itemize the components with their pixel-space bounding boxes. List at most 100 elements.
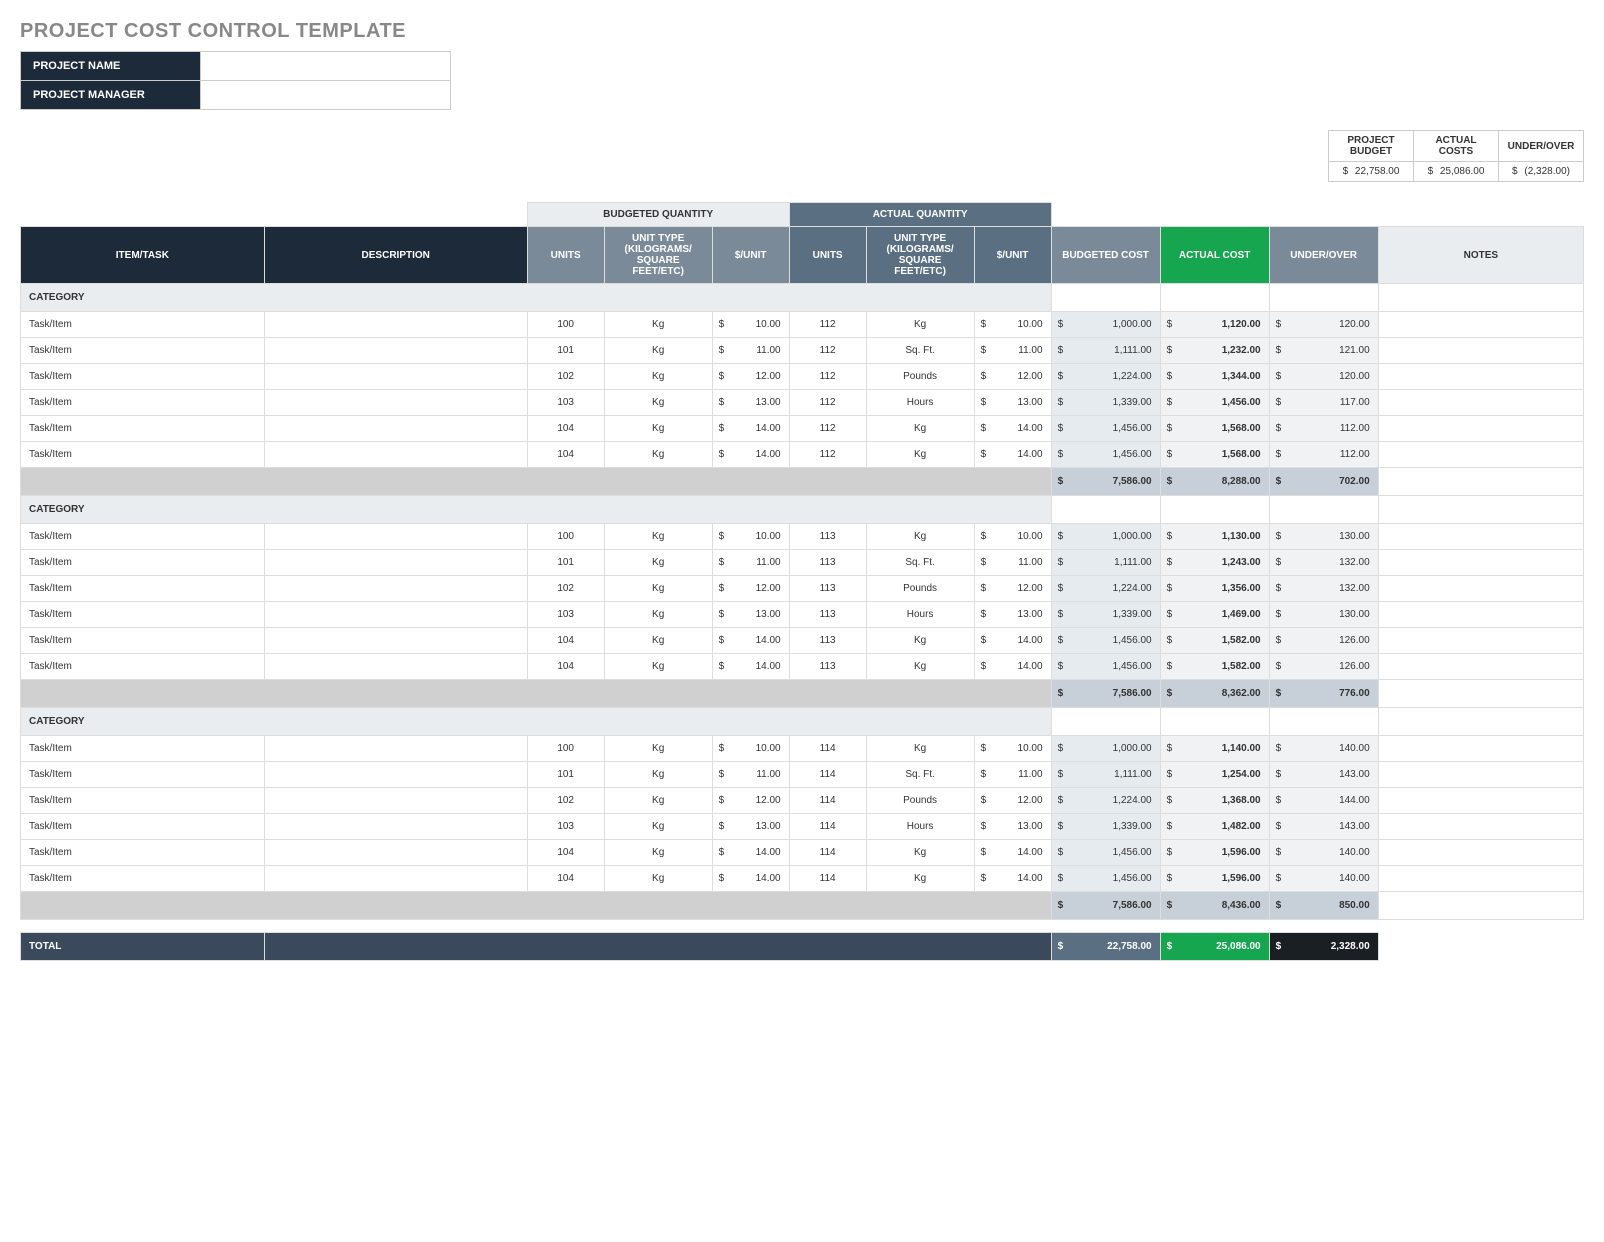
cell-desc[interactable] <box>264 524 527 550</box>
cell-act-units[interactable]: 113 <box>789 550 866 576</box>
cell-desc[interactable] <box>264 442 527 468</box>
cell-bud-punit[interactable]: $11.00 <box>712 550 789 576</box>
cell-item[interactable]: Task/Item <box>21 788 265 814</box>
cell-bud-punit[interactable]: $11.00 <box>712 762 789 788</box>
cell-bud-utype[interactable]: Kg <box>604 364 712 390</box>
cell-act-units[interactable]: 112 <box>789 364 866 390</box>
cell-act-units[interactable]: 114 <box>789 736 866 762</box>
cell-act-units[interactable]: 113 <box>789 576 866 602</box>
cell-act-utype[interactable]: Kg <box>866 442 974 468</box>
cell-act-utype[interactable]: Sq. Ft. <box>866 550 974 576</box>
cell-act-utype[interactable]: Kg <box>866 312 974 338</box>
cell-bud-utype[interactable]: Kg <box>604 736 712 762</box>
cell-bud-punit[interactable]: $13.00 <box>712 390 789 416</box>
cell-act-punit[interactable]: $14.00 <box>974 416 1051 442</box>
cell-act-units[interactable]: 112 <box>789 442 866 468</box>
cell-bud-punit[interactable]: $14.00 <box>712 866 789 892</box>
cell-bud-utype[interactable]: Kg <box>604 312 712 338</box>
cell-bud-utype[interactable]: Kg <box>604 524 712 550</box>
cell-bud-units[interactable]: 102 <box>527 364 604 390</box>
cell-bud-utype[interactable]: Kg <box>604 576 712 602</box>
cell-bud-units[interactable]: 100 <box>527 736 604 762</box>
cell-item[interactable]: Task/Item <box>21 550 265 576</box>
cell-bud-units[interactable]: 104 <box>527 654 604 680</box>
cell-desc[interactable] <box>264 576 527 602</box>
cell-item[interactable]: Task/Item <box>21 602 265 628</box>
cell-bud-units[interactable]: 104 <box>527 840 604 866</box>
cell-act-punit[interactable]: $11.00 <box>974 762 1051 788</box>
cell-notes[interactable] <box>1378 762 1583 788</box>
cell-bud-punit[interactable]: $13.00 <box>712 814 789 840</box>
cell-bud-utype[interactable]: Kg <box>604 762 712 788</box>
cell-act-utype[interactable]: Kg <box>866 524 974 550</box>
cell-notes[interactable] <box>1378 576 1583 602</box>
cell-notes[interactable] <box>1378 866 1583 892</box>
cell-item[interactable]: Task/Item <box>21 364 265 390</box>
cell-act-utype[interactable]: Kg <box>866 866 974 892</box>
cell-item[interactable]: Task/Item <box>21 736 265 762</box>
cell-notes[interactable] <box>1378 814 1583 840</box>
cell-item[interactable]: Task/Item <box>21 654 265 680</box>
cell-act-punit[interactable]: $10.00 <box>974 524 1051 550</box>
cell-item[interactable]: Task/Item <box>21 762 265 788</box>
cell-act-utype[interactable]: Pounds <box>866 788 974 814</box>
cell-act-punit[interactable]: $12.00 <box>974 364 1051 390</box>
cell-bud-punit[interactable]: $12.00 <box>712 364 789 390</box>
cell-bud-units[interactable]: 104 <box>527 416 604 442</box>
cell-act-utype[interactable]: Kg <box>866 654 974 680</box>
cell-act-utype[interactable]: Hours <box>866 814 974 840</box>
cell-act-punit[interactable]: $14.00 <box>974 866 1051 892</box>
cell-notes[interactable] <box>1378 364 1583 390</box>
cell-act-units[interactable]: 112 <box>789 390 866 416</box>
cell-act-units[interactable]: 114 <box>789 866 866 892</box>
cell-act-utype[interactable]: Kg <box>866 840 974 866</box>
cell-act-punit[interactable]: $13.00 <box>974 814 1051 840</box>
cell-notes[interactable] <box>1378 788 1583 814</box>
cell-bud-units[interactable]: 103 <box>527 390 604 416</box>
cell-bud-utype[interactable]: Kg <box>604 442 712 468</box>
cell-bud-punit[interactable]: $12.00 <box>712 788 789 814</box>
cell-notes[interactable] <box>1378 338 1583 364</box>
cell-desc[interactable] <box>264 550 527 576</box>
cell-item[interactable]: Task/Item <box>21 390 265 416</box>
cell-act-punit[interactable]: $12.00 <box>974 576 1051 602</box>
cell-bud-utype[interactable]: Kg <box>604 866 712 892</box>
cell-act-units[interactable]: 114 <box>789 762 866 788</box>
cell-bud-units[interactable]: 100 <box>527 312 604 338</box>
cell-act-punit[interactable]: $14.00 <box>974 840 1051 866</box>
cell-desc[interactable] <box>264 390 527 416</box>
cell-notes[interactable] <box>1378 602 1583 628</box>
cell-act-punit[interactable]: $13.00 <box>974 390 1051 416</box>
project-manager-value[interactable] <box>201 81 451 110</box>
cell-act-utype[interactable]: Pounds <box>866 576 974 602</box>
cell-bud-punit[interactable]: $12.00 <box>712 576 789 602</box>
cell-item[interactable]: Task/Item <box>21 416 265 442</box>
cell-act-units[interactable]: 113 <box>789 654 866 680</box>
cell-notes[interactable] <box>1378 654 1583 680</box>
cell-act-units[interactable]: 113 <box>789 524 866 550</box>
cell-act-utype[interactable]: Sq. Ft. <box>866 338 974 364</box>
cell-bud-punit[interactable]: $14.00 <box>712 628 789 654</box>
cell-notes[interactable] <box>1378 524 1583 550</box>
cell-item[interactable]: Task/Item <box>21 312 265 338</box>
cell-bud-utype[interactable]: Kg <box>604 338 712 364</box>
cell-act-utype[interactable]: Kg <box>866 628 974 654</box>
cell-desc[interactable] <box>264 814 527 840</box>
cell-act-punit[interactable]: $11.00 <box>974 338 1051 364</box>
cell-bud-utype[interactable]: Kg <box>604 550 712 576</box>
cell-notes[interactable] <box>1378 628 1583 654</box>
cell-act-punit[interactable]: $14.00 <box>974 654 1051 680</box>
cell-act-units[interactable]: 114 <box>789 788 866 814</box>
cell-item[interactable]: Task/Item <box>21 866 265 892</box>
cell-desc[interactable] <box>264 762 527 788</box>
cell-bud-units[interactable]: 100 <box>527 524 604 550</box>
cell-bud-units[interactable]: 104 <box>527 442 604 468</box>
cell-bud-units[interactable]: 101 <box>527 550 604 576</box>
cell-bud-punit[interactable]: $13.00 <box>712 602 789 628</box>
cell-act-units[interactable]: 113 <box>789 628 866 654</box>
cell-act-utype[interactable]: Hours <box>866 390 974 416</box>
cell-desc[interactable] <box>264 654 527 680</box>
cell-act-punit[interactable]: $10.00 <box>974 736 1051 762</box>
cell-bud-utype[interactable]: Kg <box>604 602 712 628</box>
cell-item[interactable]: Task/Item <box>21 814 265 840</box>
